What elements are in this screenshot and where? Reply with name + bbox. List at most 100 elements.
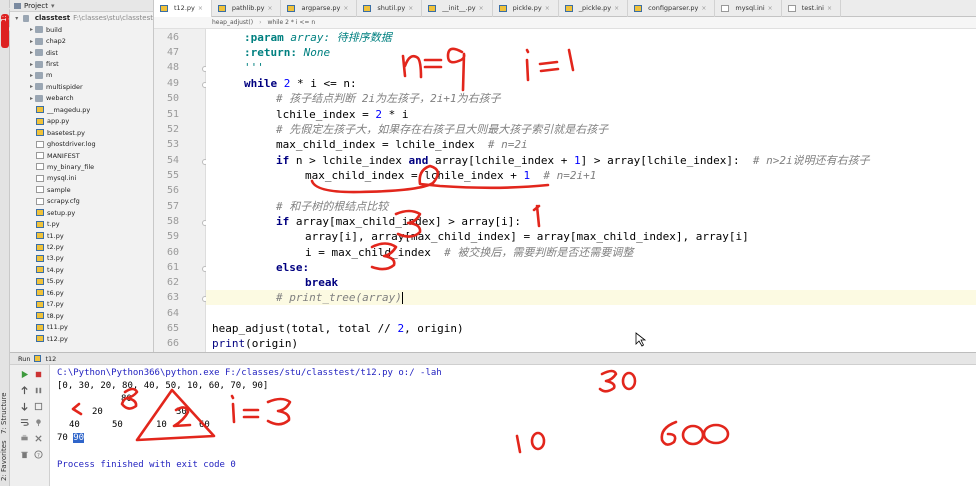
code-editor[interactable]: :param array: 待排序数据 :return: None ''' wh… bbox=[206, 29, 976, 352]
line-number: 56 bbox=[166, 185, 179, 196]
editor-tab[interactable]: mysql.ini × bbox=[715, 0, 782, 17]
project-tree-item[interactable]: ▸ build bbox=[10, 24, 153, 35]
editor-tab[interactable]: argparse.py × bbox=[281, 0, 358, 17]
project-panel-title[interactable]: Project bbox=[24, 2, 48, 10]
project-tree-item-label: first bbox=[46, 60, 59, 69]
chevron-right-icon[interactable]: ▸ bbox=[28, 72, 35, 79]
favorites-tool-button[interactable]: 2: Favorites bbox=[0, 440, 10, 482]
project-tree-item[interactable]: ▸ first bbox=[10, 58, 153, 69]
chevron-right-icon[interactable]: ▸ bbox=[28, 83, 35, 90]
folder-icon bbox=[35, 37, 43, 45]
editor-tab[interactable]: test.ini × bbox=[782, 0, 842, 17]
line-number: 51 bbox=[166, 109, 179, 120]
close-icon[interactable] bbox=[34, 434, 43, 443]
project-tree-item[interactable]: t1.py bbox=[10, 230, 153, 241]
project-tree-item[interactable]: t7.py bbox=[10, 299, 153, 310]
chevron-right-icon[interactable]: ▸ bbox=[28, 49, 35, 56]
editor-tab-label: mysql.ini bbox=[735, 4, 765, 12]
run-console[interactable]: C:\Python\Python366\python.exe F:/classe… bbox=[50, 365, 976, 486]
code-line-50: # 孩子结点判断 2i为左孩子，2i+1为右孩子 bbox=[276, 92, 501, 105]
text-file-icon bbox=[36, 140, 44, 148]
project-tree-item[interactable]: mysql.ini bbox=[10, 173, 153, 184]
close-tab-icon[interactable]: × bbox=[614, 5, 619, 12]
editor-tab[interactable]: pathlib.py × bbox=[212, 0, 282, 17]
close-tab-icon[interactable]: × bbox=[545, 5, 550, 12]
close-tab-icon[interactable]: × bbox=[343, 5, 348, 12]
close-tab-icon[interactable]: × bbox=[827, 5, 832, 12]
project-tool-button[interactable]: 1: Project bbox=[0, 4, 16, 34]
close-tab-icon[interactable]: × bbox=[768, 5, 773, 12]
close-tab-icon[interactable]: × bbox=[701, 5, 706, 12]
arrow-down-icon[interactable] bbox=[20, 402, 29, 411]
project-tree-item[interactable]: app.py bbox=[10, 116, 153, 127]
editor-tab[interactable]: pickle.py × bbox=[493, 0, 559, 17]
chevron-right-icon[interactable]: ▸ bbox=[28, 26, 35, 33]
project-tree-item[interactable]: ▸ dist bbox=[10, 47, 153, 58]
project-tree-item[interactable]: setup.py bbox=[10, 207, 153, 218]
code-line-48: ''' bbox=[244, 61, 264, 74]
project-tree-item-label: m bbox=[46, 71, 53, 80]
project-tree-item[interactable]: t8.py bbox=[10, 310, 153, 321]
close-tab-icon[interactable]: × bbox=[479, 5, 484, 12]
help-icon[interactable]: ? bbox=[34, 450, 43, 459]
project-tree-item[interactable]: t.py bbox=[10, 218, 153, 229]
project-tree-item[interactable]: __magedu.py bbox=[10, 104, 153, 115]
chevron-right-icon[interactable]: ▸ bbox=[28, 61, 35, 68]
project-tree-item[interactable]: ▸ m bbox=[10, 70, 153, 81]
project-tree-item[interactable]: scrapy.cfg bbox=[10, 196, 153, 207]
editor-tab[interactable]: configparser.py × bbox=[628, 0, 716, 17]
arrow-up-icon[interactable] bbox=[20, 386, 29, 395]
breadcrumb-function[interactable]: heap_adjust() bbox=[212, 19, 253, 26]
close-tab-icon[interactable]: × bbox=[267, 5, 272, 12]
structure-tool-button[interactable]: 7: Structure bbox=[0, 392, 10, 434]
close-tab-icon[interactable]: × bbox=[198, 5, 203, 12]
folder-icon bbox=[35, 94, 43, 102]
chevron-right-icon: › bbox=[259, 19, 262, 26]
project-tree-item[interactable]: sample bbox=[10, 184, 153, 195]
project-tree-item[interactable]: t11.py bbox=[10, 321, 153, 332]
stop-icon[interactable] bbox=[34, 370, 43, 379]
project-tree-item[interactable]: t6.py bbox=[10, 287, 153, 298]
folder-icon bbox=[22, 14, 29, 22]
project-icon bbox=[14, 2, 21, 9]
code-line-60: i = max_child_index # 被交换后，需要判断是否还需要调整 bbox=[305, 246, 634, 259]
folder-icon bbox=[35, 49, 43, 57]
project-tree-item[interactable]: my_binary_file bbox=[10, 161, 153, 172]
trash-icon[interactable] bbox=[20, 450, 29, 459]
breadcrumb-loop[interactable]: while 2 * i <= n bbox=[268, 19, 316, 26]
project-tree-item[interactable]: t3.py bbox=[10, 253, 153, 264]
project-tree-item[interactable]: t2.py bbox=[10, 241, 153, 252]
chevron-down-icon[interactable]: ▾ bbox=[14, 15, 20, 22]
soft-wrap-icon[interactable] bbox=[20, 418, 29, 427]
project-tree-item-label: chap2 bbox=[46, 37, 66, 46]
rerun-icon[interactable] bbox=[20, 370, 29, 379]
editor-tab[interactable]: t12.py × bbox=[154, 0, 212, 17]
run-tab[interactable]: t12 bbox=[45, 355, 56, 363]
project-tree-item[interactable]: ▸ chap2 bbox=[10, 35, 153, 46]
left-tool-strip: 1: Project 7: Structure 2: Favorites bbox=[0, 0, 16, 486]
code-line-65: heap_adjust(total, total // 2, origin) bbox=[212, 322, 464, 335]
editor-tab[interactable]: __init__.py × bbox=[422, 0, 493, 17]
project-tree-item[interactable]: t4.py bbox=[10, 264, 153, 275]
project-tree-item[interactable]: t12.py bbox=[10, 333, 153, 344]
project-tree-item[interactable]: ghostdriver.log bbox=[10, 138, 153, 149]
print-icon[interactable] bbox=[20, 434, 29, 443]
editor-tab[interactable]: _pickle.py × bbox=[559, 0, 629, 17]
project-tree-item[interactable]: ▸ webarch bbox=[10, 93, 153, 104]
python-file-icon bbox=[36, 232, 44, 240]
project-tree-item[interactable]: t5.py bbox=[10, 276, 153, 287]
dump-threads-icon[interactable] bbox=[34, 402, 43, 411]
editor-tab[interactable]: shutil.py × bbox=[357, 0, 423, 17]
chevron-right-icon[interactable]: ▸ bbox=[28, 95, 35, 102]
pause-icon[interactable] bbox=[34, 386, 43, 395]
editor-tab-label: shutil.py bbox=[377, 4, 406, 12]
project-tree-item[interactable]: ▸ multispider bbox=[10, 81, 153, 92]
project-tree-item[interactable]: MANIFEST bbox=[10, 150, 153, 161]
close-tab-icon[interactable]: × bbox=[408, 5, 413, 12]
chevron-down-icon[interactable]: ▾ bbox=[51, 2, 55, 10]
chevron-right-icon[interactable]: ▸ bbox=[28, 38, 35, 45]
project-tree-item[interactable]: basetest.py bbox=[10, 127, 153, 138]
project-root[interactable]: ▾ classtest F:\classes\stu\classtest bbox=[10, 12, 153, 24]
pin-icon[interactable] bbox=[34, 418, 43, 427]
line-number: 49 bbox=[166, 78, 179, 89]
